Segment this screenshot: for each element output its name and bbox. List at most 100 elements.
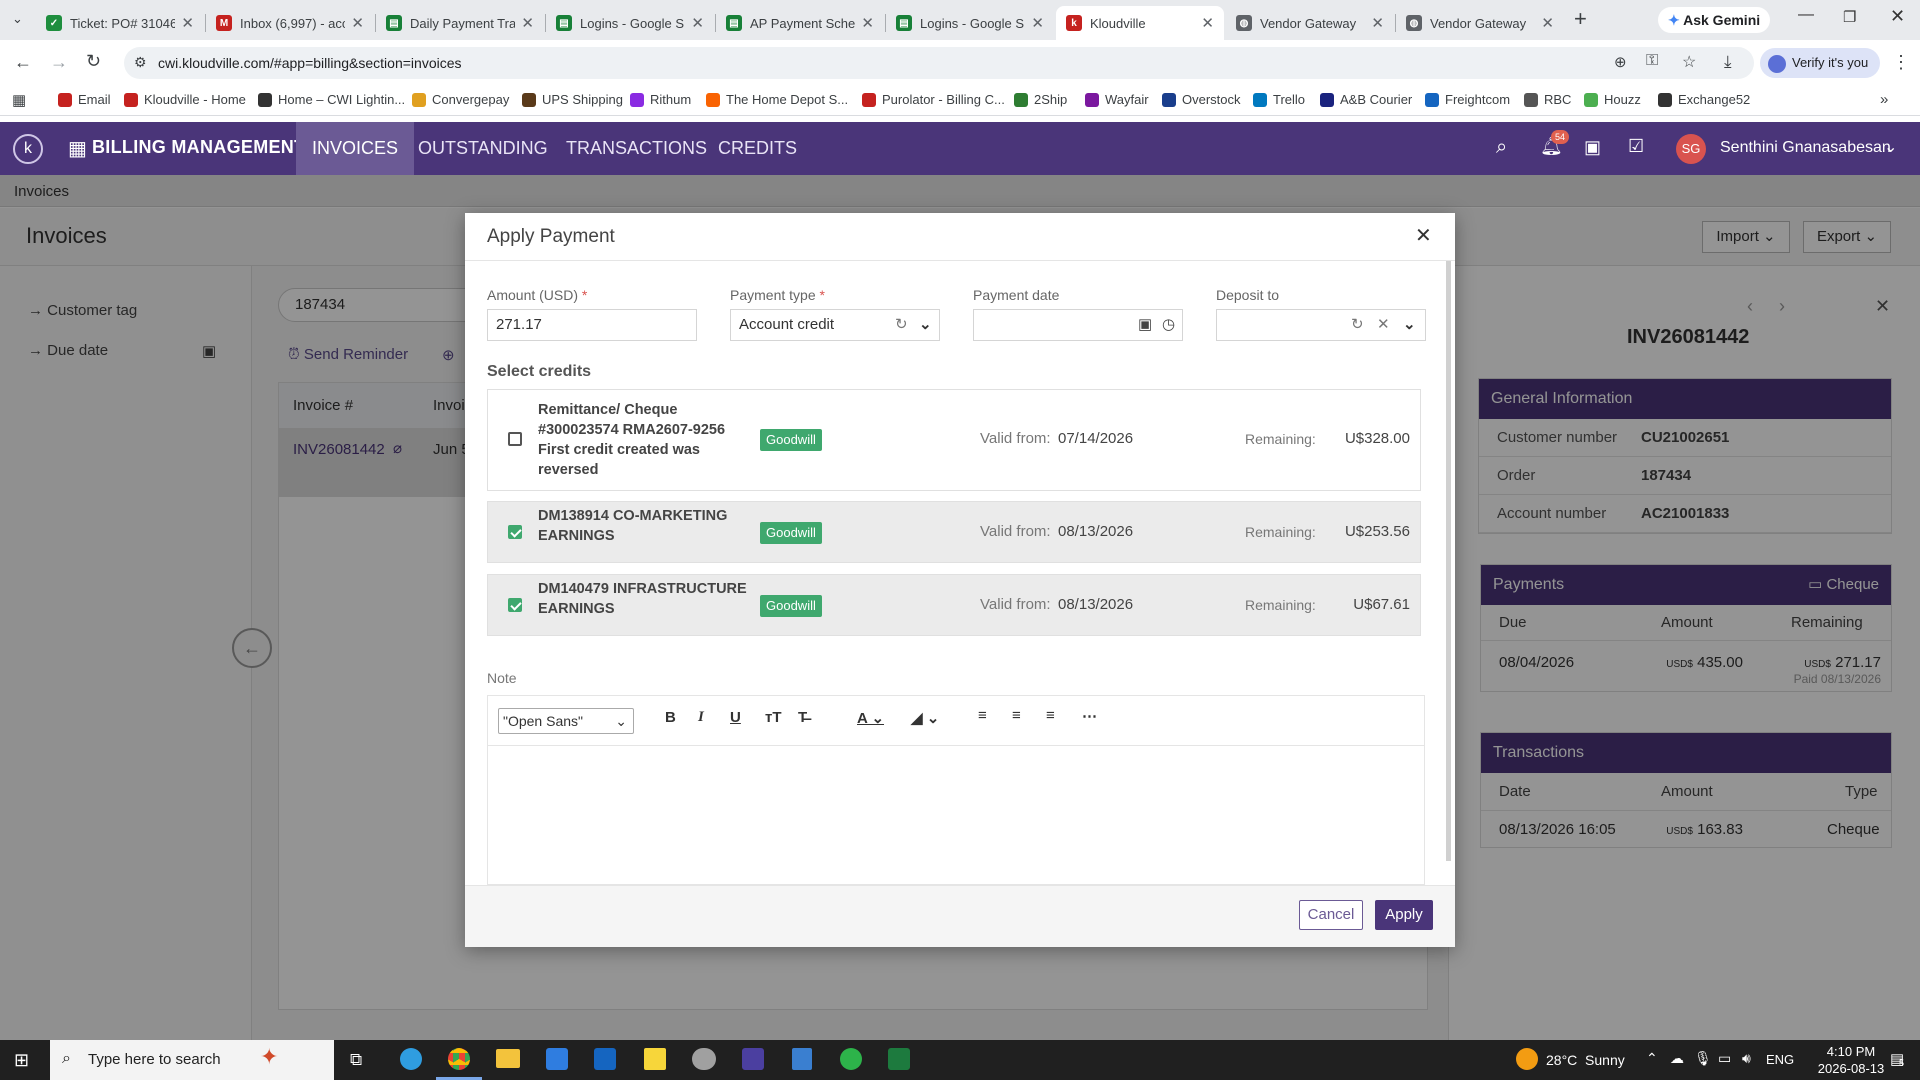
payment-date-input[interactable]: ▣ ◷ (973, 309, 1183, 341)
chrome-icon[interactable] (448, 1048, 470, 1070)
bookmark-item[interactable]: Home – CWI Lightin... (258, 92, 405, 107)
browser-tab[interactable]: ▤ Daily Payment Tra ✕ (376, 6, 544, 40)
refresh-icon[interactable]: ↻ (895, 310, 908, 340)
apply-button[interactable]: Apply (1375, 900, 1433, 930)
volume-icon[interactable]: 🔊︎ (1742, 1050, 1751, 1067)
payment-type-select[interactable]: Account credit ↻ ⌄ (730, 309, 940, 341)
url-text[interactable]: cwi.kloudville.com/#app=billing&section=… (158, 55, 462, 71)
clock-date[interactable]: 2026-08-13 (1812, 1061, 1890, 1076)
text-color-icon[interactable]: A ⌄ (857, 709, 884, 727)
dialog-scrollbar[interactable] (1446, 261, 1451, 861)
chevron-down-icon[interactable]: ⌄ (1403, 310, 1416, 340)
module-title[interactable]: BILLING MANAGEMENT (92, 137, 305, 158)
store-icon[interactable] (546, 1048, 568, 1070)
browser-tab[interactable]: ◍ Vendor Gateway ✕ (1396, 6, 1564, 40)
excel-icon[interactable] (888, 1048, 910, 1070)
cloud-icon[interactable]: ☁ (1670, 1050, 1684, 1067)
underline-icon[interactable]: U (730, 709, 741, 726)
tab-search-icon[interactable]: ⌄ (12, 11, 23, 27)
sticky-notes-icon[interactable] (644, 1048, 666, 1070)
bookmark-item[interactable]: Rithum (630, 92, 691, 107)
user-menu-chevron-icon[interactable]: ⌄ (1884, 137, 1897, 157)
tab-close-icon[interactable]: ✕ (1031, 14, 1044, 32)
bookmark-item[interactable]: Exchange52 (1658, 92, 1750, 107)
password-key-icon[interactable]: ⚿ (1646, 52, 1658, 70)
bold-icon[interactable]: B (665, 709, 676, 726)
refresh-icon[interactable]: ↻ (1351, 310, 1364, 340)
avatar[interactable]: SG (1676, 134, 1706, 164)
nav-invoices[interactable]: INVOICES (296, 122, 415, 175)
italic-icon[interactable]: I (698, 709, 704, 726)
teams-icon[interactable] (742, 1048, 764, 1070)
browser-tab[interactable]: ▤ Logins - Google Sh ✕ (546, 6, 714, 40)
more-options-icon[interactable]: ⋯ (1082, 707, 1097, 725)
tab-close-icon[interactable]: ✕ (1541, 14, 1554, 32)
apps-grid-icon[interactable]: ▦ (12, 91, 26, 109)
deposit-to-select[interactable]: ↻ ✕ ⌄ (1216, 309, 1426, 341)
outlook-icon[interactable] (594, 1048, 616, 1070)
tab-close-icon[interactable]: ✕ (351, 14, 364, 32)
back-icon[interactable]: ← (14, 52, 32, 73)
tab-close-icon[interactable]: ✕ (181, 14, 194, 32)
reload-icon[interactable]: ↻ (86, 51, 101, 72)
clock-time[interactable]: 4:10 PM (1816, 1044, 1886, 1059)
file-explorer-icon[interactable] (496, 1049, 520, 1068)
close-window-button[interactable]: ✕ (1890, 6, 1905, 27)
site-info-icon[interactable]: ⚙ (134, 54, 147, 71)
browser-tab[interactable]: ◍ Vendor Gateway ✕ (1226, 6, 1394, 40)
tab-close-icon[interactable]: ✕ (861, 14, 874, 32)
tab-close-icon[interactable]: ✕ (1371, 14, 1384, 32)
minimize-button[interactable]: — (1798, 6, 1814, 24)
url-bar[interactable]: ⚙ cwi.kloudville.com/#app=billing&sectio… (124, 47, 1754, 79)
edge-icon[interactable] (400, 1048, 422, 1070)
calculator-icon[interactable] (792, 1048, 812, 1070)
search-icon[interactable]: ⌕ (1496, 136, 1507, 159)
cancel-button[interactable]: Cancel (1299, 900, 1363, 930)
app-icon[interactable] (692, 1048, 716, 1070)
bookmark-item[interactable]: Email (58, 92, 111, 107)
calendar-icon[interactable]: ▣ (1584, 137, 1601, 158)
taskbar-search-input[interactable]: ⌕ Type here to search ✦ (50, 1040, 334, 1080)
clear-format-icon[interactable]: T̶ (798, 709, 807, 726)
credit-item[interactable]: DM138914 CO-MARKETING EARNINGS Goodwill Val… (487, 501, 1421, 563)
browser-menu-icon[interactable]: ⋮ (1892, 52, 1910, 73)
forward-icon[interactable]: → (50, 52, 68, 73)
tab-close-icon[interactable]: ✕ (1201, 14, 1214, 32)
amount-input[interactable]: 271.17 (487, 309, 697, 341)
align-right-icon[interactable]: ≡ (1046, 707, 1055, 724)
task-view-icon[interactable]: ⧉ (350, 1050, 362, 1070)
bookmarks-overflow-icon[interactable]: » (1880, 91, 1888, 108)
align-center-icon[interactable]: ≡ (1012, 707, 1021, 724)
calendar-icon[interactable]: ▣ (1138, 310, 1152, 340)
restore-button[interactable]: ❐ (1843, 8, 1856, 26)
chat-icon[interactable] (840, 1048, 862, 1070)
new-tab-button[interactable]: + (1574, 6, 1587, 32)
bookmark-item[interactable]: Overstock (1162, 92, 1241, 107)
bookmark-item[interactable]: 2Ship (1014, 92, 1067, 107)
bookmark-item[interactable]: UPS Shipping (522, 92, 623, 107)
bookmark-item[interactable]: A&B Courier (1320, 92, 1412, 107)
tasks-icon[interactable]: ☑ (1628, 136, 1644, 157)
credit-item[interactable]: Remittance/ Cheque #300023574 RMA2607-925… (487, 389, 1421, 491)
credit-checkbox[interactable] (508, 598, 522, 612)
align-left-icon[interactable]: ≡ (978, 707, 987, 724)
nav-credits[interactable]: CREDITS (702, 122, 813, 175)
user-name[interactable]: Senthini Gnanasabesan (1720, 139, 1891, 157)
microphone-icon[interactable]: 🎙︎ (1694, 1050, 1712, 1067)
bookmark-item[interactable]: Purolator - Billing C... (862, 92, 1005, 107)
bookmark-star-icon[interactable]: ☆ (1682, 52, 1696, 72)
highlight-color-icon[interactable]: ◢ ⌄ (911, 709, 939, 727)
language-indicator[interactable]: ENG (1766, 1052, 1794, 1067)
browser-tab[interactable]: k Kloudville ✕ (1056, 6, 1224, 40)
nav-transactions[interactable]: TRANSACTIONS (550, 122, 723, 175)
apps-menu-icon[interactable]: ▦ (68, 136, 87, 161)
tray-overflow-icon[interactable]: ⌃ (1646, 1050, 1658, 1067)
bookmark-item[interactable]: Convergepay (412, 92, 509, 107)
clear-icon[interactable]: ✕ (1377, 310, 1390, 340)
zoom-icon[interactable]: ⊕ (1614, 53, 1627, 71)
browser-tab[interactable]: ▤ AP Payment Sched ✕ (716, 6, 884, 40)
browser-tab[interactable]: ✓ Ticket: PO# 31046 ✕ (36, 6, 204, 40)
weather-text[interactable]: 28°C Sunny (1546, 1052, 1625, 1068)
bookmark-item[interactable]: Wayfair (1085, 92, 1149, 107)
editor-body[interactable] (488, 747, 1424, 885)
